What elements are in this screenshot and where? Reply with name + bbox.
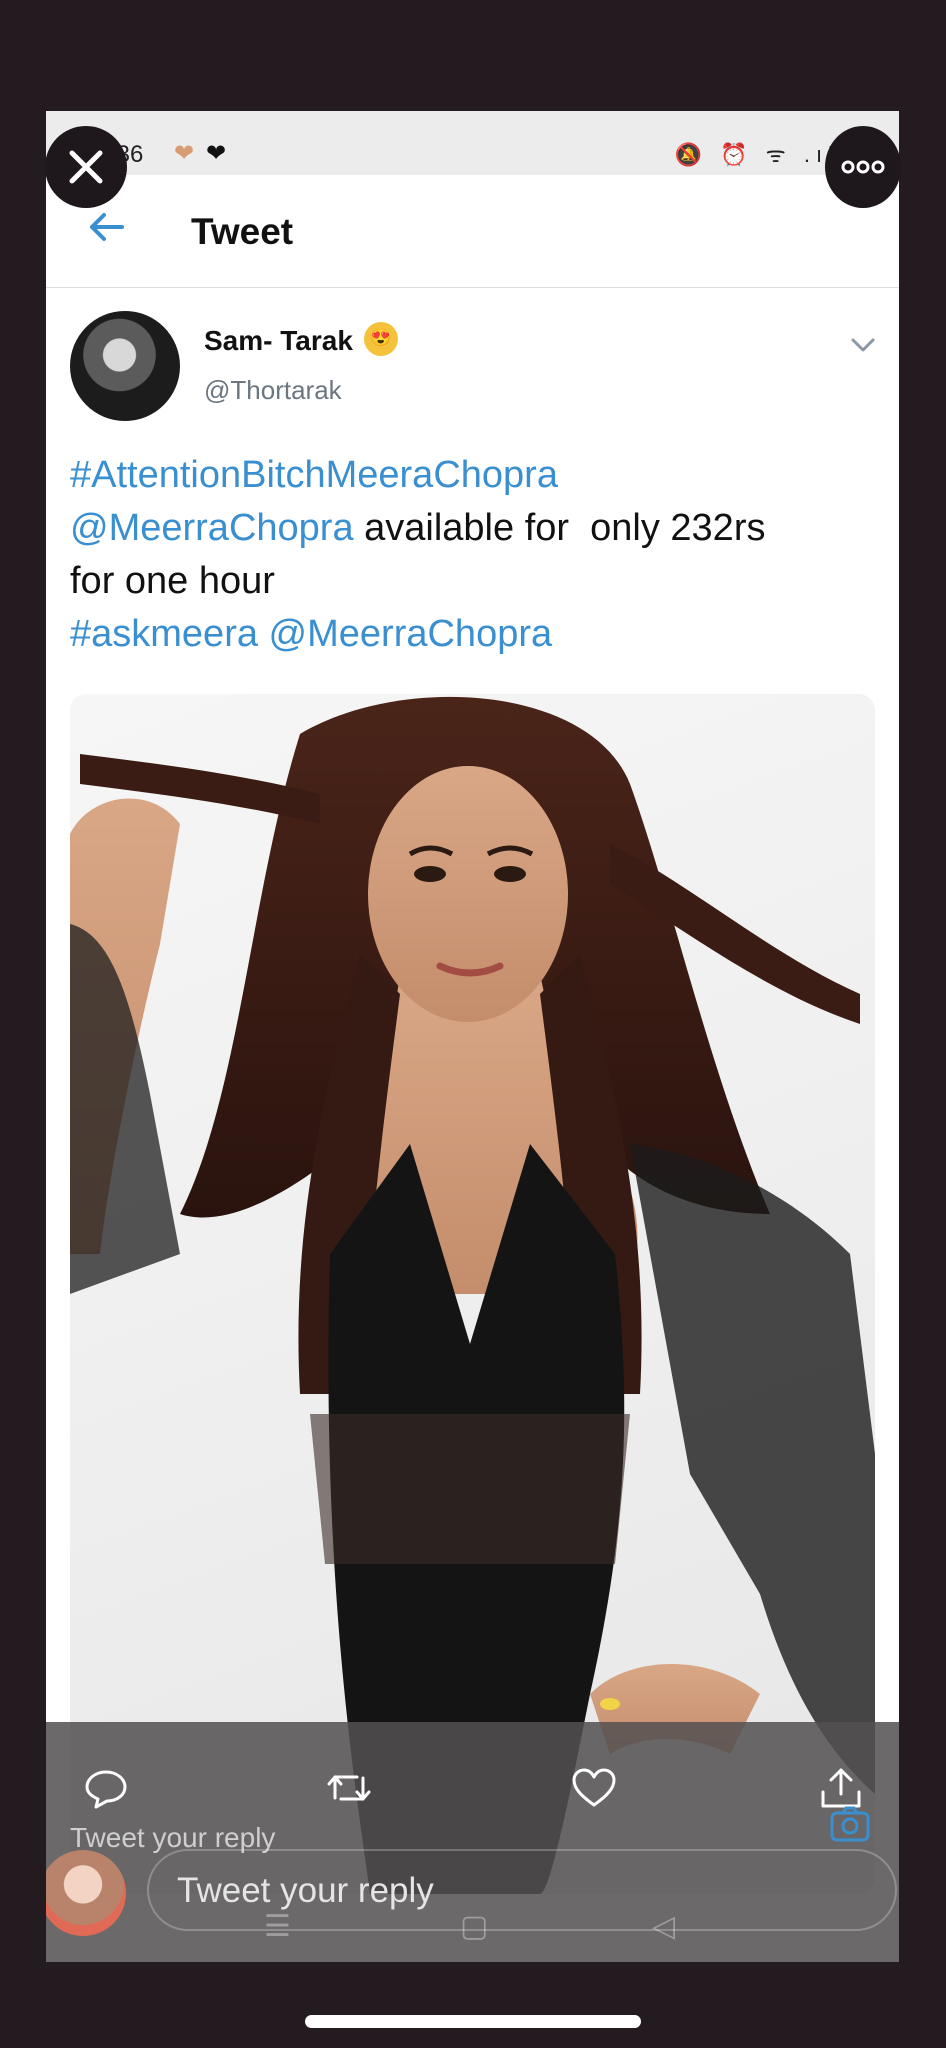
author-handle[interactable]: @Thortarak (204, 375, 342, 406)
tweet-header: Tweet (46, 175, 899, 288)
retweet-icon[interactable] (325, 1764, 373, 1812)
status-icons: 🔕 ⏰ ᯤ .ıl (674, 142, 839, 167)
page-title: Tweet (191, 211, 294, 252)
tweet-photo[interactable] (70, 694, 875, 1894)
close-button[interactable] (45, 126, 127, 208)
like-icon[interactable] (570, 1764, 618, 1812)
more-dots-icon (841, 160, 885, 174)
home-indicator[interactable] (305, 2015, 641, 2028)
tweet-text-line: for one hour (70, 555, 870, 608)
reply-icon[interactable] (82, 1764, 130, 1812)
tweet-text-segment: for one hour (70, 560, 275, 602)
heart-eyes-emoji-icon: 😍 (364, 322, 398, 356)
photo-woman-in-black-lace-bodysuit (70, 696, 875, 1894)
heart-icon: ❤ (206, 140, 227, 167)
tweet-text-segment: available for only 232rs (353, 507, 766, 549)
tweet-text: #AttentionBitchMeeraChopra @MeerraChopra … (70, 449, 870, 661)
heart-icon: ❤ (174, 140, 195, 167)
mention-link[interactable]: @MeerraChopra (269, 613, 553, 655)
hashtag-link[interactable]: #askmeera (70, 613, 258, 655)
author-avatar[interactable] (70, 311, 180, 421)
tweet-text-segment (258, 613, 269, 655)
chevron-down-icon[interactable] (849, 335, 877, 355)
mention-link[interactable]: @MeerraChopra (70, 507, 354, 549)
tweet-text-line: #AttentionBitchMeeraChopra (70, 449, 870, 502)
screenshot-frame: :36 ❤ ❤ 🔕 ⏰ ᯤ .ıl Tweet Sam- Tarak 😍 @Th… (46, 111, 899, 1962)
back-arrow-icon[interactable] (84, 205, 128, 249)
bottom-overlay: Tweet your reply ☰ ▢ ◁ Tweet your reply (46, 1722, 899, 1962)
more-options-button[interactable] (825, 126, 901, 208)
tweet-text-line: @MeerraChopra available for only 232rs (70, 502, 870, 555)
reply-placeholder: Tweet your reply (177, 1871, 434, 1910)
tweet-text-line: #askmeera @MeerraChopra (70, 608, 870, 661)
close-icon (69, 150, 103, 184)
current-user-avatar[interactable] (46, 1850, 126, 1936)
author-display-name[interactable]: Sam- Tarak (204, 325, 353, 357)
hashtag-link[interactable]: #AttentionBitchMeeraChopra (70, 454, 558, 496)
status-bar: :36 ❤ ❤ 🔕 ⏰ ᯤ .ıl (46, 111, 899, 175)
reply-input[interactable]: Tweet your reply (147, 1849, 897, 1931)
camera-icon[interactable] (829, 1805, 871, 1843)
